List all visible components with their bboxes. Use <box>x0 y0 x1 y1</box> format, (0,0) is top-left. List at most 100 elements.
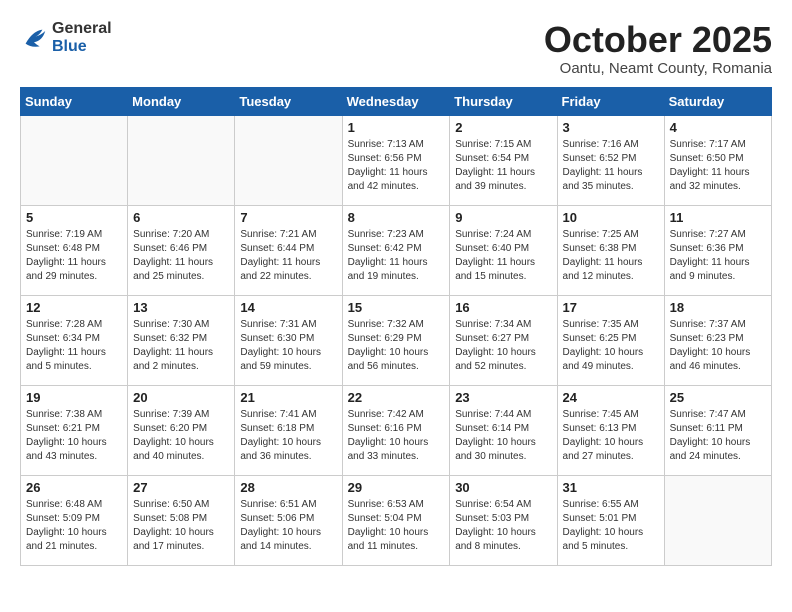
calendar-cell: 5Sunrise: 7:19 AM Sunset: 6:48 PM Daylig… <box>21 205 128 295</box>
day-number: 24 <box>563 390 659 405</box>
day-info: Sunrise: 7:28 AM Sunset: 6:34 PM Dayligh… <box>26 318 122 374</box>
calendar-table: SundayMondayTuesdayWednesdayThursdayFrid… <box>20 87 772 566</box>
day-info: Sunrise: 7:27 AM Sunset: 6:36 PM Dayligh… <box>670 228 766 284</box>
day-number: 29 <box>348 480 445 495</box>
day-number: 6 <box>133 210 229 225</box>
calendar-cell: 4Sunrise: 7:17 AM Sunset: 6:50 PM Daylig… <box>664 115 771 205</box>
day-info: Sunrise: 7:24 AM Sunset: 6:40 PM Dayligh… <box>455 228 551 284</box>
day-number: 2 <box>455 120 551 135</box>
logo-text: General Blue <box>52 20 112 56</box>
day-info: Sunrise: 7:23 AM Sunset: 6:42 PM Dayligh… <box>348 228 445 284</box>
day-info: Sunrise: 7:21 AM Sunset: 6:44 PM Dayligh… <box>240 228 336 284</box>
calendar-week-2: 5Sunrise: 7:19 AM Sunset: 6:48 PM Daylig… <box>21 205 772 295</box>
calendar-cell: 25 Sunrise: 7:47 AM Sunset: 6:11 PM Dayli… <box>664 385 771 475</box>
col-header-wednesday: Wednesday <box>342 87 450 115</box>
calendar-cell: 28 Sunrise: 6:51 AM Sunset: 5:06 PM Dayli… <box>235 475 342 565</box>
day-number: 11 <box>670 210 766 225</box>
day-number: 7 <box>240 210 336 225</box>
calendar-cell <box>664 475 771 565</box>
day-info: Sunrise: 7:16 AM Sunset: 6:52 PM Dayligh… <box>563 138 659 194</box>
calendar-cell: 17 Sunrise: 7:35 AM Sunset: 6:25 PM Dayli… <box>557 295 664 385</box>
day-number: 3 <box>563 120 659 135</box>
calendar-cell: 10 Sunrise: 7:25 AM Sunset: 6:38 PM Dayli… <box>557 205 664 295</box>
day-number: 13 <box>133 300 229 315</box>
calendar-cell <box>128 115 235 205</box>
location: Oantu, Neamt County, Romania <box>544 60 772 77</box>
col-header-monday: Monday <box>128 87 235 115</box>
calendar-cell <box>235 115 342 205</box>
calendar-cell: 18 Sunrise: 7:37 AM Sunset: 6:23 PM Dayli… <box>664 295 771 385</box>
day-info: Sunrise: 7:47 AM Sunset: 6:11 PM Dayligh… <box>670 408 766 464</box>
calendar-cell: 31Sunrise: 6:55 AM Sunset: 5:01 PM Dayli… <box>557 475 664 565</box>
day-info: Sunrise: 7:25 AM Sunset: 6:38 PM Dayligh… <box>563 228 659 284</box>
day-number: 15 <box>348 300 445 315</box>
day-number: 26 <box>26 480 122 495</box>
calendar-cell: 19 Sunrise: 7:38 AM Sunset: 6:21 PM Dayli… <box>21 385 128 475</box>
calendar-cell: 20 Sunrise: 7:39 AM Sunset: 6:20 PM Dayli… <box>128 385 235 475</box>
day-info: Sunrise: 7:34 AM Sunset: 6:27 PM Dayligh… <box>455 318 551 374</box>
day-number: 21 <box>240 390 336 405</box>
calendar-cell: 22Sunrise: 7:42 AM Sunset: 6:16 PM Dayli… <box>342 385 450 475</box>
col-header-sunday: Sunday <box>21 87 128 115</box>
day-info: Sunrise: 6:55 AM Sunset: 5:01 PM Dayligh… <box>563 498 659 554</box>
logo-bird-icon <box>20 24 48 52</box>
day-info: Sunrise: 7:17 AM Sunset: 6:50 PM Dayligh… <box>670 138 766 194</box>
calendar-cell: 8 Sunrise: 7:23 AM Sunset: 6:42 PM Daylig… <box>342 205 450 295</box>
day-number: 1 <box>348 120 445 135</box>
calendar-cell: 14 Sunrise: 7:31 AM Sunset: 6:30 PM Dayli… <box>235 295 342 385</box>
day-number: 19 <box>26 390 122 405</box>
day-info: Sunrise: 7:19 AM Sunset: 6:48 PM Dayligh… <box>26 228 122 284</box>
page-header: General Blue October 2025 Oantu, Neamt C… <box>20 20 772 77</box>
day-info: Sunrise: 6:48 AM Sunset: 5:09 PM Dayligh… <box>26 498 122 554</box>
day-info: Sunrise: 7:41 AM Sunset: 6:18 PM Dayligh… <box>240 408 336 464</box>
day-number: 12 <box>26 300 122 315</box>
calendar-cell: 7 Sunrise: 7:21 AM Sunset: 6:44 PM Daylig… <box>235 205 342 295</box>
calendar-cell: 30 Sunrise: 6:54 AM Sunset: 5:03 PM Dayli… <box>450 475 557 565</box>
day-info: Sunrise: 7:39 AM Sunset: 6:20 PM Dayligh… <box>133 408 229 464</box>
day-info: Sunrise: 7:31 AM Sunset: 6:30 PM Dayligh… <box>240 318 336 374</box>
day-number: 18 <box>670 300 766 315</box>
calendar-cell: 21 Sunrise: 7:41 AM Sunset: 6:18 PM Dayli… <box>235 385 342 475</box>
calendar-cell: 27Sunrise: 6:50 AM Sunset: 5:08 PM Dayli… <box>128 475 235 565</box>
day-number: 25 <box>670 390 766 405</box>
day-number: 30 <box>455 480 551 495</box>
col-header-friday: Friday <box>557 87 664 115</box>
day-info: Sunrise: 7:38 AM Sunset: 6:21 PM Dayligh… <box>26 408 122 464</box>
calendar-cell: 24 Sunrise: 7:45 AM Sunset: 6:13 PM Dayli… <box>557 385 664 475</box>
day-info: Sunrise: 7:37 AM Sunset: 6:23 PM Dayligh… <box>670 318 766 374</box>
calendar-cell: 1 Sunrise: 7:13 AM Sunset: 6:56 PM Daylig… <box>342 115 450 205</box>
col-header-thursday: Thursday <box>450 87 557 115</box>
day-number: 16 <box>455 300 551 315</box>
month-title: October 2025 <box>544 20 772 60</box>
day-info: Sunrise: 7:45 AM Sunset: 6:13 PM Dayligh… <box>563 408 659 464</box>
day-number: 9 <box>455 210 551 225</box>
day-number: 28 <box>240 480 336 495</box>
col-header-tuesday: Tuesday <box>235 87 342 115</box>
title-block: October 2025 Oantu, Neamt County, Romani… <box>544 20 772 77</box>
calendar-cell: 6 Sunrise: 7:20 AM Sunset: 6:46 PM Daylig… <box>128 205 235 295</box>
day-number: 10 <box>563 210 659 225</box>
calendar-cell: 3 Sunrise: 7:16 AM Sunset: 6:52 PM Daylig… <box>557 115 664 205</box>
day-number: 17 <box>563 300 659 315</box>
day-info: Sunrise: 7:35 AM Sunset: 6:25 PM Dayligh… <box>563 318 659 374</box>
day-info: Sunrise: 6:53 AM Sunset: 5:04 PM Dayligh… <box>348 498 445 554</box>
calendar-cell: 12 Sunrise: 7:28 AM Sunset: 6:34 PM Dayli… <box>21 295 128 385</box>
day-number: 8 <box>348 210 445 225</box>
day-info: Sunrise: 6:54 AM Sunset: 5:03 PM Dayligh… <box>455 498 551 554</box>
day-number: 20 <box>133 390 229 405</box>
calendar-cell: 9 Sunrise: 7:24 AM Sunset: 6:40 PM Daylig… <box>450 205 557 295</box>
day-number: 22 <box>348 390 445 405</box>
day-number: 14 <box>240 300 336 315</box>
day-info: Sunrise: 7:13 AM Sunset: 6:56 PM Dayligh… <box>348 138 445 194</box>
day-info: Sunrise: 6:50 AM Sunset: 5:08 PM Dayligh… <box>133 498 229 554</box>
day-info: Sunrise: 7:32 AM Sunset: 6:29 PM Dayligh… <box>348 318 445 374</box>
calendar-cell: 29 Sunrise: 6:53 AM Sunset: 5:04 PM Dayli… <box>342 475 450 565</box>
day-info: Sunrise: 7:20 AM Sunset: 6:46 PM Dayligh… <box>133 228 229 284</box>
day-info: Sunrise: 6:51 AM Sunset: 5:06 PM Dayligh… <box>240 498 336 554</box>
calendar-week-5: 26 Sunrise: 6:48 AM Sunset: 5:09 PM Dayli… <box>21 475 772 565</box>
calendar-week-4: 19 Sunrise: 7:38 AM Sunset: 6:21 PM Dayli… <box>21 385 772 475</box>
calendar-week-1: 1 Sunrise: 7:13 AM Sunset: 6:56 PM Daylig… <box>21 115 772 205</box>
calendar-cell: 11 Sunrise: 7:27 AM Sunset: 6:36 PM Dayli… <box>664 205 771 295</box>
calendar-cell: 15 Sunrise: 7:32 AM Sunset: 6:29 PM Dayli… <box>342 295 450 385</box>
calendar-header-row: SundayMondayTuesdayWednesdayThursdayFrid… <box>21 87 772 115</box>
